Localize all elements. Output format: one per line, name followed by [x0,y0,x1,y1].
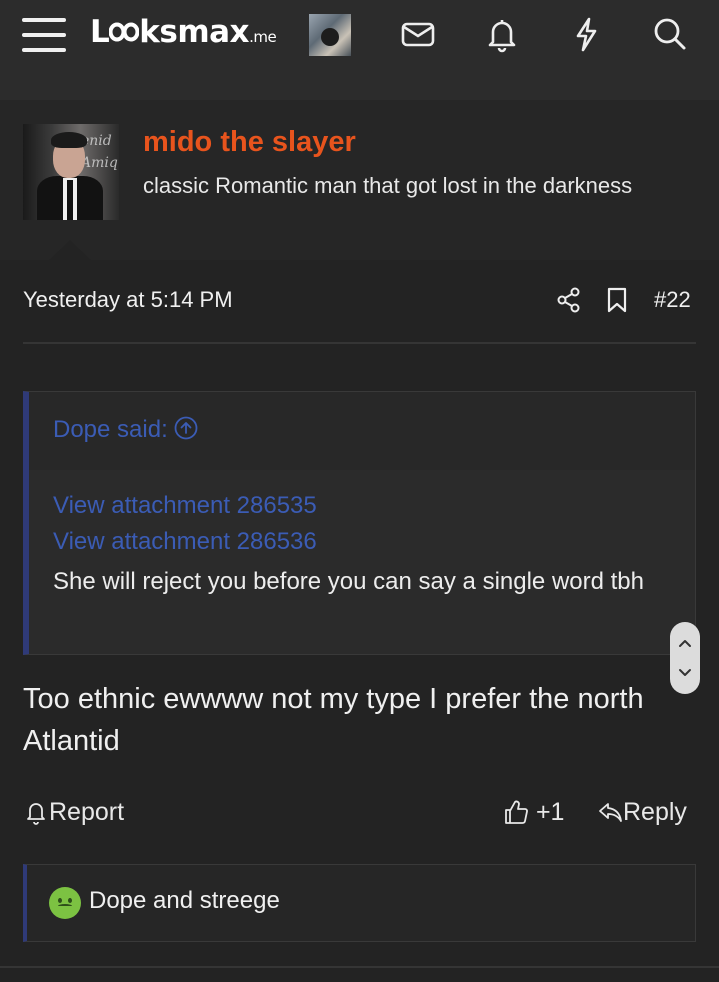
author-avatar[interactable]: enid Amiq [23,124,119,220]
lightning-icon[interactable] [566,14,606,54]
attachment-link[interactable]: View attachment 286535 [53,492,317,520]
chevron-up-icon[interactable] [677,636,693,652]
reply-button[interactable]: Reply [597,798,687,827]
attachment-link[interactable]: View attachment 286536 [53,528,317,556]
share-icon[interactable] [556,287,582,313]
like-button[interactable]: +1 [503,798,564,827]
quote-author[interactable]: Dope said: [53,416,198,444]
quote-text: She will reject you before you can say a… [53,568,644,595]
post-timestamp[interactable]: Yesterday at 5:14 PM [23,287,233,313]
search-icon[interactable] [650,14,690,54]
emoji-mouth [58,904,72,908]
divider [23,342,696,344]
quote-block: Dope said: View attachment 286535 View a… [23,391,696,655]
author-name[interactable]: mido the slayer [143,126,356,159]
post-number[interactable]: #22 [654,287,691,313]
bell-icon [27,803,45,825]
divider [0,966,719,968]
logo-tld: .me [249,28,277,46]
bell-icon[interactable] [482,14,522,54]
pointer-arrow [48,240,92,261]
reply-icon [599,803,622,822]
quote-author-label[interactable]: Dope said: [53,416,168,443]
like-count: +1 [535,798,565,826]
report-button[interactable]: Report [23,798,124,827]
site-logo[interactable]: Lksmax.me [90,14,277,54]
arrow-up-circle-icon[interactable] [174,416,198,440]
reactions-bar[interactable]: Dope and streege [23,864,696,942]
sick-face-emoji-icon [49,887,81,919]
reply-label: Reply [623,798,687,826]
envelope-icon[interactable] [398,14,438,54]
thumbs-up-icon [505,800,528,824]
top-navbar: Lksmax.me [0,0,719,100]
quote-header: Dope said: [29,392,695,470]
report-label: Report [49,798,125,826]
reactions-text[interactable]: Dope and streege [89,887,280,915]
user-avatar[interactable] [309,14,351,56]
bookmark-icon[interactable] [606,287,628,313]
author-title: classic Romantic man that got lost in th… [143,173,633,198]
post-body: Too ethnic ewwww not my type I prefer th… [23,683,644,757]
menu-icon[interactable] [22,16,66,54]
